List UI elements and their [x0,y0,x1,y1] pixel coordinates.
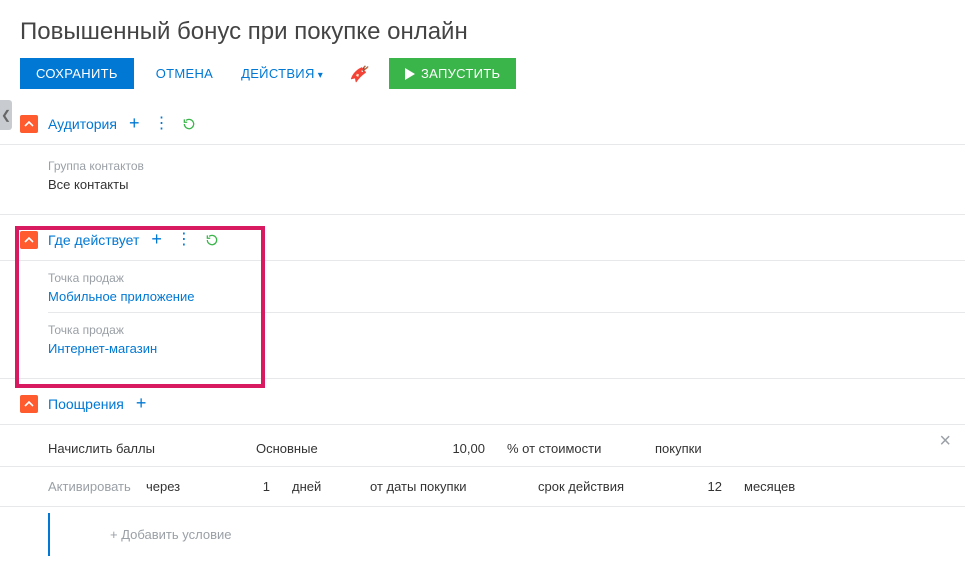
list-item: Точка продаж Интернет-магазин [48,312,965,364]
run-label: ЗАПУСТИТЬ [421,66,500,81]
accrue-label: Начислить баллы [48,441,248,456]
contact-group-label: Группа контактов [48,149,965,173]
where-menu-icon[interactable]: ⋮ [174,232,193,248]
add-reward-button[interactable]: + [134,393,149,414]
collapse-audience-button[interactable] [20,115,38,133]
after-value[interactable]: 1 [224,479,284,494]
where-body: Точка продаж Мобильное приложение Точка … [0,260,965,379]
pos-label: Точка продаж [48,261,965,285]
run-button[interactable]: ЗАПУСТИТЬ [389,58,516,89]
add-audience-button[interactable]: + [127,113,142,134]
validity-value[interactable]: 12 [676,479,736,494]
cancel-button[interactable]: ОТМЕНА [150,58,219,89]
where-header: Где действует + ⋮ [0,215,965,260]
activation-row: Активировать через 1 дней от даты покупк… [0,467,965,507]
add-condition-button[interactable]: + Добавить условие [48,513,965,556]
pos-value-eshop[interactable]: Интернет-магазин [48,337,965,364]
page-title: Повышенный бонус при покупке онлайн [0,0,965,58]
audience-body: Группа контактов Все контакты [0,144,965,215]
after-unit[interactable]: дней [292,479,362,494]
rewards-header: Поощрения + [0,379,965,424]
of-label[interactable]: покупки [655,441,765,456]
reward-row: Начислить баллы Основные 10,00 % от стои… [0,424,965,467]
where-title[interactable]: Где действует [48,232,139,248]
from-label: от даты покупки [370,479,530,494]
list-item: Точка продаж Мобильное приложение [48,261,965,312]
add-where-button[interactable]: + [149,229,164,250]
pos-value-mobile[interactable]: Мобильное приложение [48,285,965,312]
refresh-audience-icon[interactable] [180,117,198,131]
audience-menu-icon[interactable]: ⋮ [151,116,170,132]
collapse-rewards-button[interactable] [20,395,38,413]
audience-header: Аудитория + ⋮ [0,107,965,144]
sidebar-expand-tab[interactable]: ❮ [0,100,12,130]
rewards-title[interactable]: Поощрения [48,396,124,412]
toolbar: СОХРАНИТЬ ОТМЕНА ДЕЙСТВИЯ 🔖 ЗАПУСТИТЬ [0,58,965,107]
collapse-where-button[interactable] [20,231,38,249]
after-label[interactable]: через [146,479,216,494]
tag-icon[interactable]: 🔖 [349,60,369,88]
play-icon [405,68,415,80]
reward-type[interactable]: Основные [256,441,406,456]
pos-label: Точка продаж [48,313,965,337]
contact-group-value: Все контакты [48,173,965,200]
refresh-where-icon[interactable] [203,233,221,247]
actions-dropdown[interactable]: ДЕЙСТВИЯ [235,58,329,89]
activate-label: Активировать [48,479,138,494]
reward-amount[interactable]: 10,00 [414,441,499,456]
close-reward-icon[interactable]: × [939,430,951,453]
audience-title[interactable]: Аудитория [48,116,117,132]
validity-unit[interactable]: месяцев [744,479,844,494]
save-button[interactable]: СОХРАНИТЬ [20,58,134,89]
validity-label: срок действия [538,479,668,494]
percent-label: % от стоимости [507,441,647,456]
